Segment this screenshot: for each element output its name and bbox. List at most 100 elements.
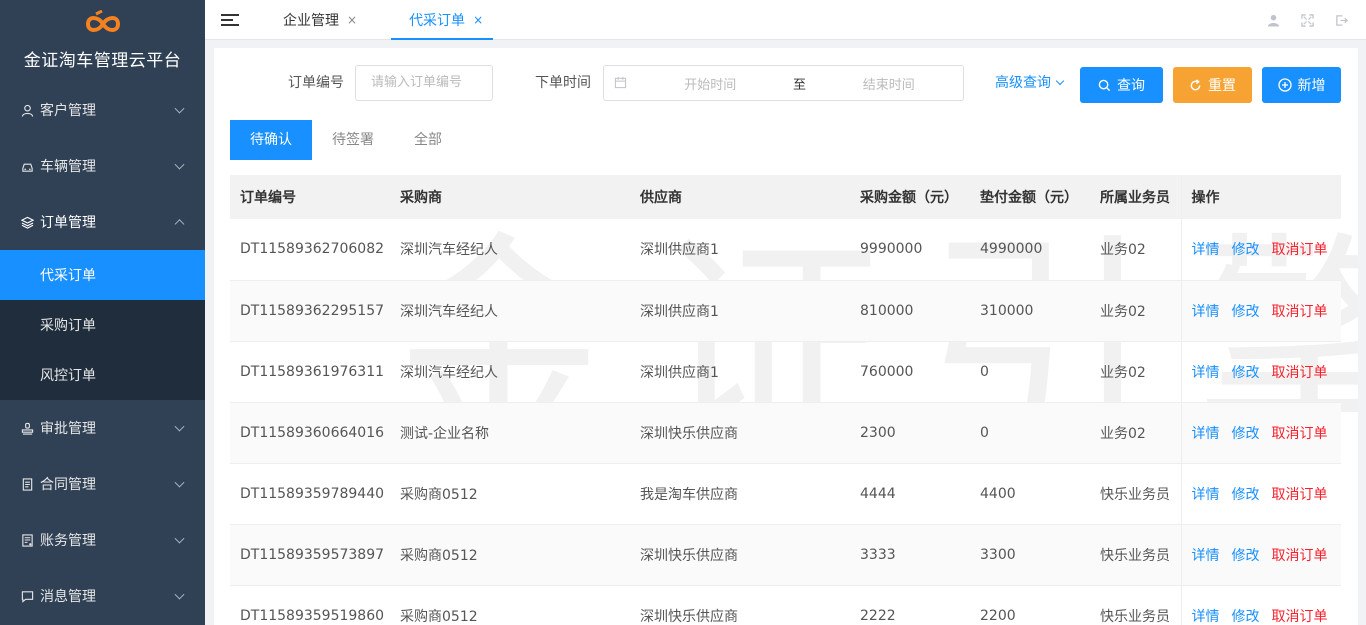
- sidebar-item-customers[interactable]: 客户管理: [0, 82, 205, 138]
- end-time-input[interactable]: 结束时间: [815, 74, 964, 93]
- sidebar-subitem-proxy-orders[interactable]: 代采订单: [0, 250, 205, 300]
- sidebar-item-label: 审批管理: [40, 421, 96, 437]
- cell-actions: 详情 修改 取消订单: [1180, 280, 1341, 341]
- cell-supplier: 深圳供应商1: [640, 364, 719, 381]
- cancel-order-link[interactable]: 取消订单: [1272, 609, 1328, 625]
- cell-salesperson: 快乐业务员: [1100, 608, 1170, 625]
- detail-link[interactable]: 详情: [1192, 304, 1220, 320]
- close-icon[interactable]: ×: [347, 13, 357, 27]
- message-icon: [20, 589, 34, 603]
- edit-link[interactable]: 修改: [1232, 548, 1260, 564]
- chevron-down-icon: [174, 589, 185, 600]
- sidebar-menu: 客户管理 车辆管理 订单管理 代采订单 采购订单 风控订单 审批管理 合同管理 …: [0, 82, 205, 624]
- sidebar-item-vehicles[interactable]: 车辆管理: [0, 138, 205, 194]
- cell-order-no: DT11589361976311: [240, 363, 385, 380]
- search-button-label: 查询: [1117, 78, 1145, 94]
- detail-link[interactable]: 详情: [1192, 242, 1220, 258]
- top-right-icons: [1266, 0, 1348, 40]
- cell-advance-amount: 4990000: [980, 241, 1043, 258]
- cell-salesperson: 业务02: [1100, 303, 1146, 320]
- cancel-order-link[interactable]: 取消订单: [1272, 426, 1328, 442]
- edit-link[interactable]: 修改: [1232, 426, 1260, 442]
- sidebar-item-contracts[interactable]: 合同管理: [0, 456, 205, 512]
- edit-link[interactable]: 修改: [1232, 487, 1260, 503]
- column-header-order-no: 订单编号: [240, 190, 296, 206]
- status-tab-all[interactable]: 全部: [394, 120, 462, 160]
- column-header-salesperson: 所属业务员: [1100, 190, 1170, 206]
- cell-salesperson: 业务02: [1100, 242, 1146, 259]
- edit-link[interactable]: 修改: [1232, 609, 1260, 625]
- cell-buyer: 采购商0512: [400, 486, 478, 503]
- tab-proxy-orders[interactable]: 代采订单 ×: [391, 0, 494, 40]
- cell-actions: 详情 修改 取消订单: [1180, 402, 1341, 463]
- cell-salesperson: 业务02: [1100, 364, 1146, 381]
- cell-order-no: DT11589362295157: [240, 302, 385, 319]
- detail-link[interactable]: 详情: [1192, 365, 1220, 381]
- cancel-order-link[interactable]: 取消订单: [1272, 365, 1328, 381]
- plus-circle-icon: [1277, 78, 1292, 92]
- cancel-order-link[interactable]: 取消订单: [1272, 487, 1328, 503]
- cell-buyer: 采购商0512: [400, 547, 478, 564]
- cancel-order-link[interactable]: 取消订单: [1272, 548, 1328, 564]
- order-time-range-picker[interactable]: 开始时间 至 结束时间: [603, 65, 964, 101]
- chevron-down-icon: [174, 421, 185, 432]
- cell-supplier: 深圳快乐供应商: [640, 425, 738, 442]
- cell-advance-amount: 4400: [980, 485, 1016, 502]
- logout-icon[interactable]: [1334, 13, 1348, 27]
- tab-enterprise-management[interactable]: 企业管理 ×: [265, 0, 367, 40]
- sidebar-item-orders[interactable]: 订单管理: [0, 194, 205, 250]
- add-button[interactable]: 新增: [1262, 67, 1341, 103]
- sidebar-subitem-purchase-orders[interactable]: 采购订单: [0, 300, 205, 350]
- table-row: DT11589359573897 采购商0512 深圳快乐供应商 3333 3300 快乐…: [230, 524, 1341, 585]
- detail-link[interactable]: 详情: [1192, 609, 1220, 625]
- edit-link[interactable]: 修改: [1232, 304, 1260, 320]
- menu-toggle-icon[interactable]: [221, 13, 239, 26]
- chevron-down-icon: [174, 477, 185, 488]
- cell-buyer: 采购商0512: [400, 608, 478, 625]
- cancel-order-link[interactable]: 取消订单: [1272, 304, 1328, 320]
- logo-icon: [82, 10, 124, 38]
- edit-link[interactable]: 修改: [1232, 365, 1260, 381]
- tab-label: 企业管理: [283, 12, 339, 29]
- cell-supplier: 我是淘车供应商: [640, 486, 738, 503]
- sidebar-item-label: 客户管理: [40, 103, 96, 119]
- document-icon: [20, 477, 34, 491]
- user-avatar-icon[interactable]: [1266, 13, 1280, 27]
- search-button[interactable]: 查询: [1080, 67, 1163, 103]
- cell-actions: 详情 修改 取消订单: [1180, 463, 1341, 524]
- search-icon: [1098, 79, 1111, 91]
- table-row: DT11589360664016 测试-企业名称 深圳快乐供应商 2300 0 业务02 详…: [230, 402, 1341, 463]
- reset-button[interactable]: 重置: [1173, 67, 1252, 103]
- fullscreen-icon[interactable]: [1300, 13, 1314, 27]
- logo-area: 金证淘车管理云平台: [0, 0, 205, 82]
- status-tab-pending-confirm[interactable]: 待确认: [230, 120, 312, 160]
- detail-link[interactable]: 详情: [1192, 487, 1220, 503]
- table-row: DT11589362706082 深圳汽车经纪人 深圳供应商1 9990000 4990…: [230, 219, 1341, 280]
- advanced-search-toggle[interactable]: 高级查询: [995, 65, 1065, 101]
- sidebar-item-messages[interactable]: 消息管理: [0, 568, 205, 624]
- column-header-supplier: 供应商: [640, 190, 682, 206]
- detail-link[interactable]: 详情: [1192, 426, 1220, 442]
- cell-order-no: DT11589359573897: [240, 546, 385, 563]
- cancel-order-link[interactable]: 取消订单: [1272, 242, 1328, 258]
- sidebar-item-approvals[interactable]: 审批管理: [0, 400, 205, 456]
- cell-buyer: 深圳汽车经纪人: [400, 303, 498, 320]
- cell-purchase-amount: 9990000: [860, 241, 923, 258]
- chevron-down-icon: [1055, 76, 1065, 86]
- edit-link[interactable]: 修改: [1232, 242, 1260, 258]
- detail-link[interactable]: 详情: [1192, 548, 1220, 564]
- start-time-input[interactable]: 开始时间: [636, 74, 785, 93]
- order-no-input[interactable]: 请输入订单编号: [355, 65, 493, 101]
- cell-purchase-amount: 2222: [860, 607, 896, 624]
- close-icon[interactable]: ×: [473, 13, 483, 27]
- tab-label: 代采订单: [409, 12, 466, 29]
- sidebar-item-accounts[interactable]: 账务管理: [0, 512, 205, 568]
- cell-supplier: 深圳快乐供应商: [640, 608, 738, 625]
- filter-bar: 订单编号 请输入订单编号 下单时间 开始时间 至 结束时间 高级查询 查询 重置…: [214, 65, 1358, 103]
- cell-buyer: 测试-企业名称: [400, 425, 490, 442]
- ledger-icon: [20, 533, 34, 547]
- main-panel: 金证引擎 订单编号 请输入订单编号 下单时间 开始时间 至 结束时间 高级查询 …: [214, 48, 1358, 625]
- sidebar-subitem-risk-orders[interactable]: 风控订单: [0, 350, 205, 400]
- cell-order-no: DT11589359519860: [240, 607, 385, 624]
- status-tab-pending-sign[interactable]: 待签署: [312, 120, 394, 160]
